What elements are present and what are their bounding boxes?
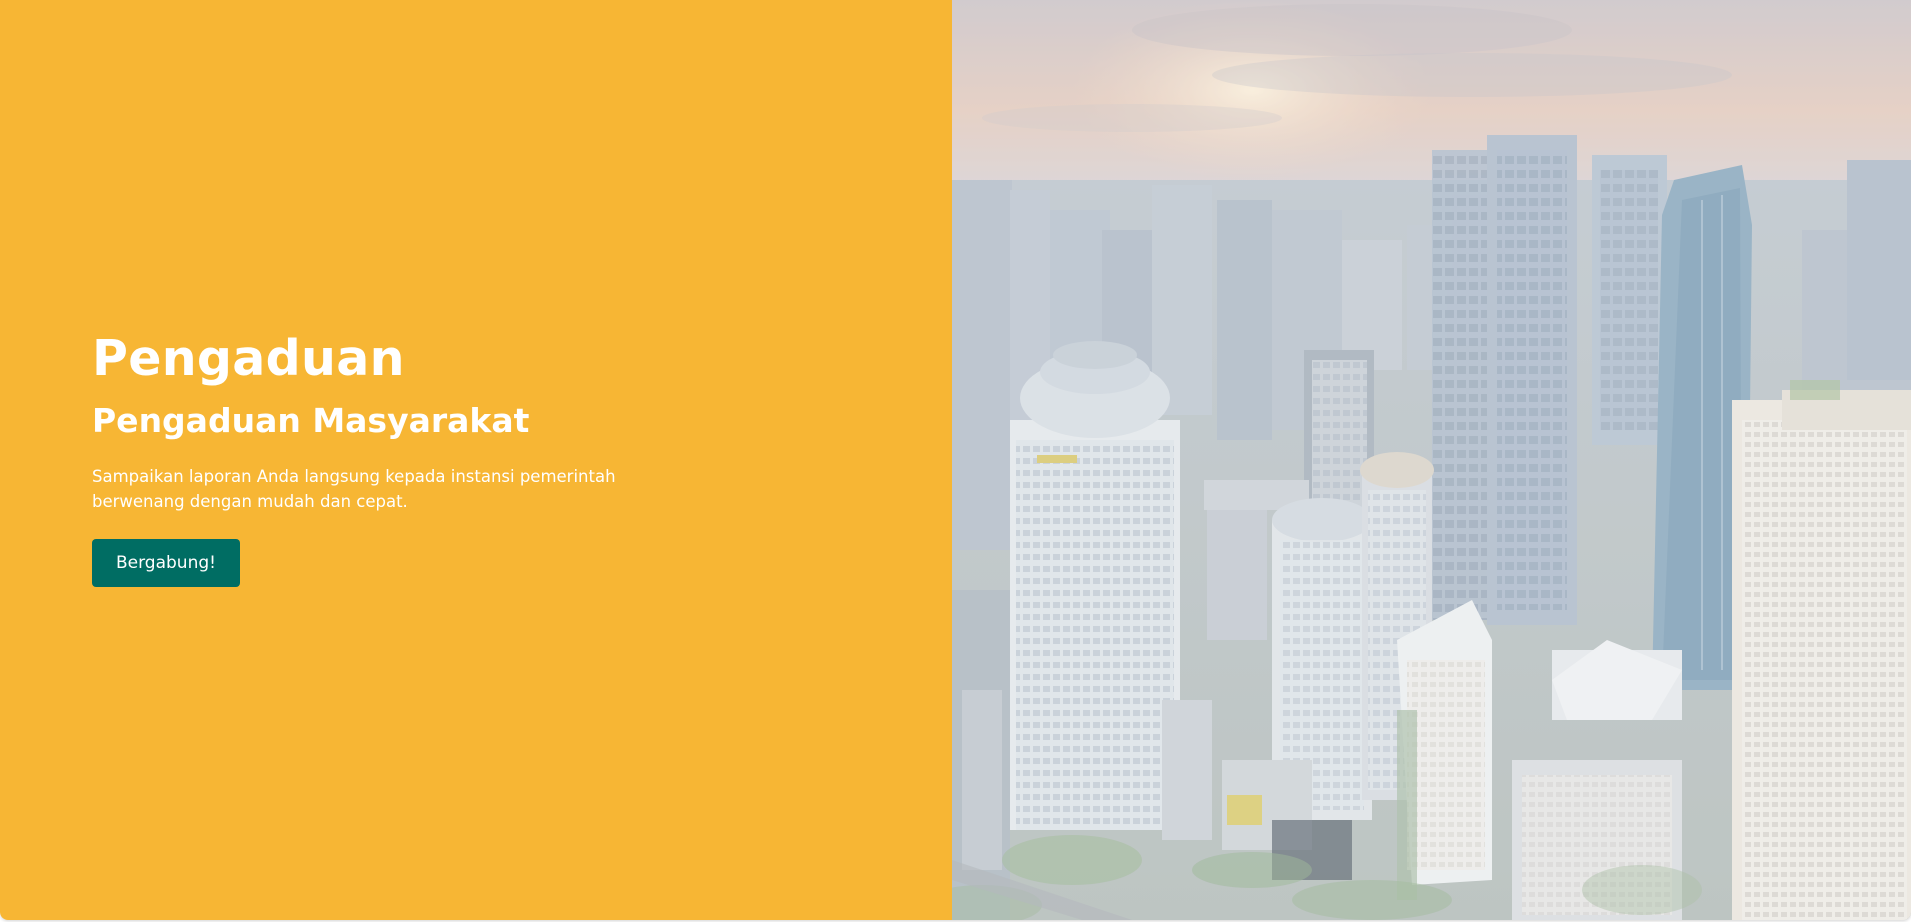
hero-title: Pengaduan — [92, 330, 405, 387]
hero-description: Sampaikan laporan Anda langsung kepada i… — [92, 467, 616, 511]
hero-subtitle: Pengaduan Masyarakat — [92, 401, 530, 440]
landing-page: Pengaduan Pengaduan Masyarakat Sampaikan… — [0, 0, 1911, 922]
hero-text-panel: Pengaduan Pengaduan Masyarakat Sampaikan… — [0, 0, 952, 920]
image-overlay — [952, 0, 1911, 920]
hero-content: Pengaduan Pengaduan Masyarakat Sampaikan… — [92, 330, 652, 587]
join-button[interactable]: Bergabung! — [92, 539, 240, 587]
hero-image — [952, 0, 1911, 920]
hero-section: Pengaduan Pengaduan Masyarakat Sampaikan… — [0, 0, 1911, 920]
